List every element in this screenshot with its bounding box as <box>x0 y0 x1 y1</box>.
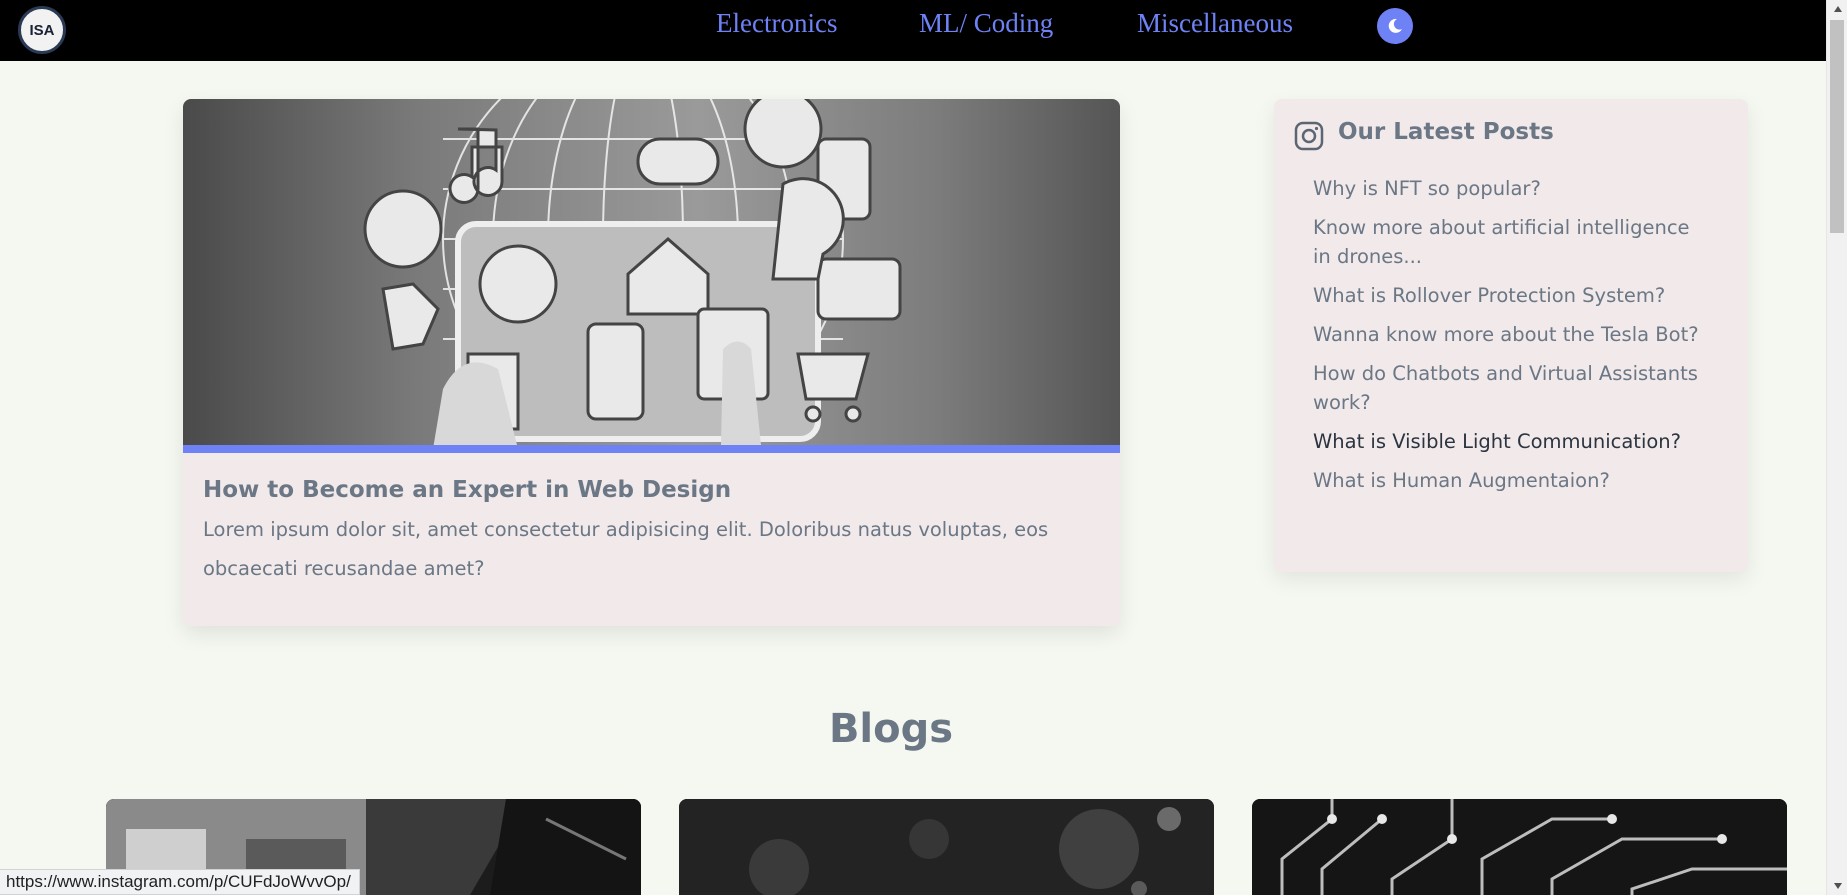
post-link[interactable]: What is Human Augmentaion? <box>1313 466 1713 495</box>
list-item: What is Rollover Protection System? <box>1313 281 1713 310</box>
scroll-down-arrow-icon[interactable] <box>1827 877 1847 895</box>
post-link[interactable]: Wanna know more about the Tesla Bot? <box>1313 320 1713 349</box>
sidebar-title: Our Latest Posts <box>1338 119 1554 145</box>
list-item: Wanna know more about the Tesla Bot? <box>1313 320 1713 349</box>
scroll-up-arrow-icon[interactable] <box>1827 0 1847 18</box>
featured-accent-bar <box>183 445 1120 453</box>
bokeh-dark-image <box>679 799 1214 895</box>
featured-post-card[interactable]: How to Become an Expert in Web Design Lo… <box>183 99 1120 626</box>
moon-icon <box>1388 18 1402 33</box>
vertical-scrollbar[interactable] <box>1826 0 1847 895</box>
post-link[interactable]: How do Chatbots and Virtual Assistants w… <box>1313 359 1713 417</box>
list-item: What is Human Augmentaion? <box>1313 466 1713 495</box>
scrollbar-thumb[interactable] <box>1830 20 1844 233</box>
post-link[interactable]: Why is NFT so popular? <box>1313 174 1713 203</box>
latest-posts-sidebar: Our Latest Posts Why is NFT so popular? … <box>1274 99 1748 572</box>
nav-link-ml-coding[interactable]: ML/ Coding <box>919 8 1053 39</box>
list-item: Know more about artificial intelligence … <box>1313 213 1713 271</box>
featured-post-excerpt: Lorem ipsum dolor sit, amet consectetur … <box>203 518 1049 580</box>
post-link-hovered[interactable]: What is Visible Light Communication? <box>1313 427 1713 456</box>
latest-posts-list: Why is NFT so popular? Know more about a… <box>1313 174 1713 505</box>
blog-card[interactable] <box>1252 799 1787 895</box>
blog-card[interactable] <box>679 799 1214 895</box>
blogs-heading: Blogs <box>828 706 954 752</box>
link-preview-status-bar: https://www.instagram.com/p/CUFdJoWvvOp/ <box>0 869 360 895</box>
featured-post-title[interactable]: How to Become an Expert in Web Design <box>203 477 1103 503</box>
post-link[interactable]: What is Rollover Protection System? <box>1313 281 1713 310</box>
list-item: Why is NFT so popular? <box>1313 174 1713 203</box>
circuit-traces-image <box>1252 799 1787 895</box>
top-navbar: ISA Electronics ML/ Coding Miscellaneous <box>0 0 1826 61</box>
list-item: How do Chatbots and Virtual Assistants w… <box>1313 359 1713 417</box>
theme-toggle-button[interactable] <box>1377 8 1413 44</box>
instagram-icon[interactable] <box>1294 121 1324 151</box>
list-item: What is Visible Light Communication? <box>1313 427 1713 456</box>
site-logo[interactable]: ISA <box>18 6 66 54</box>
nav-link-miscellaneous[interactable]: Miscellaneous <box>1137 8 1293 39</box>
post-link[interactable]: Know more about artificial intelligence … <box>1313 213 1713 271</box>
nav-link-electronics[interactable]: Electronics <box>716 8 837 39</box>
featured-post-image <box>183 99 1120 445</box>
